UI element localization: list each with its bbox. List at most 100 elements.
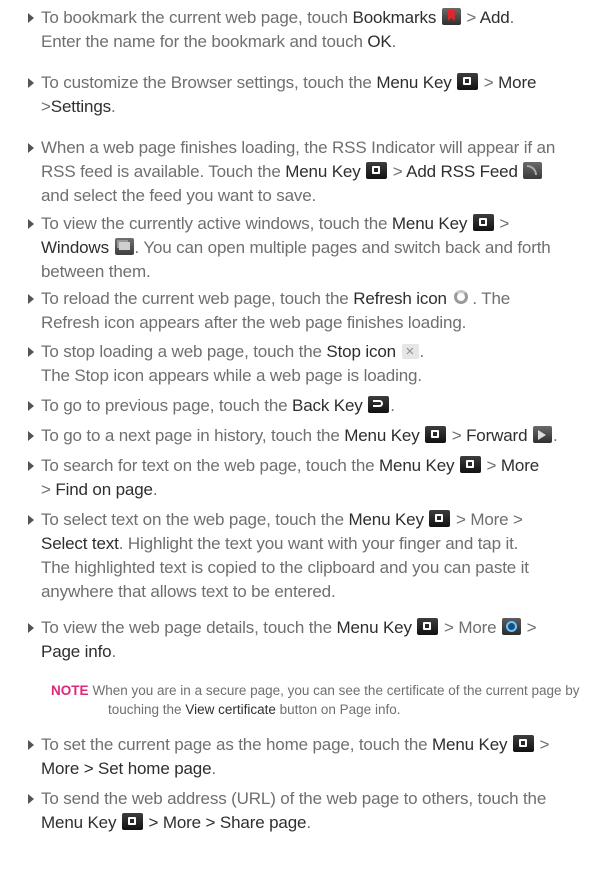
bullet-icon [28,219,34,229]
page-info-icon [502,618,522,635]
text: To send the web address (URL) of the web… [41,789,547,808]
bold-text: Refresh icon [353,289,447,308]
bold-text: OK [367,32,392,51]
text: RSS feed is available. Touch the [41,162,286,181]
text: > [461,8,480,27]
bold-text: Add RSS Feed [406,162,518,181]
bold-text: Menu Key [344,426,420,445]
text: > [494,214,510,233]
text: . [552,426,558,445]
bold-text: More [500,456,540,475]
stop-icon [401,340,419,364]
text: To search for text on the web page, touc… [41,456,380,475]
text: . [509,8,515,27]
text: . [111,97,116,116]
text: > [479,73,499,92]
bold-text: Bookmarks [352,8,437,27]
note-text: When you are in a secure page, you can s… [92,683,580,698]
text: To select text on the web page, touch th… [41,510,349,529]
list-item: To send the web address (URL) of the web… [0,787,556,835]
text: Enter the name for the bookmark and touc… [41,32,368,51]
bullet-icon [28,347,34,357]
text: . [419,342,425,361]
text: > [447,426,467,445]
text: . [211,759,216,778]
text: When a web page finishes loading, the RS… [41,138,556,157]
menu-key-icon [425,426,447,443]
menu-key-icon [512,735,534,752]
text: . [391,32,397,51]
bullet-icon [28,623,34,633]
bullet-icon [28,13,34,23]
bold-text: Page info [41,642,112,661]
refresh-icon [452,289,471,306]
back-key-icon [368,396,390,413]
list-item: To customize the Browser settings, touch… [0,71,546,119]
bullet-icon [28,740,34,750]
text: between them. [41,262,151,281]
list-item: To go to a next page in history, touch t… [0,424,568,448]
text: To view the web page details, touch the [41,618,337,637]
text: > [41,480,56,499]
text: anywhere that allows text to be entered. [41,582,336,601]
bold-text: More [498,73,537,92]
text: . [306,813,311,832]
text: > [481,456,501,475]
menu-key-icon [366,162,388,179]
bullet-icon [28,461,34,471]
text: > More [439,618,502,637]
text: Refresh icon appears after the web page … [41,313,467,332]
bold-text: More > Set home page [41,759,212,778]
text: . [152,480,158,499]
text: > More > [451,510,523,529]
list-item: To stop loading a web page, touch the St… [0,340,434,388]
bold-text: Menu Key [41,813,117,832]
bold-text: Find on page [55,480,153,499]
note-label: NOTE [51,683,89,698]
text: The Stop icon appears while a web page i… [41,366,422,385]
bold-text: Menu Key [376,73,452,92]
menu-key-icon [417,618,439,635]
bold-text: Windows [41,238,109,257]
text: > [534,735,550,754]
list-item: To set the current page as the home page… [0,733,559,781]
list-item: To bookmark the current web page, touch … [0,6,524,54]
text: and select the feed you want to save. [41,186,317,205]
bullet-icon [28,401,34,411]
bold-text: Forward [466,426,528,445]
text: To go to previous page, touch the [41,396,293,415]
text: . You can open multiple pages and switch… [134,238,551,257]
menu-key-icon [457,73,479,90]
text: To stop loading a web page, touch the [41,342,327,361]
list-item: To view the currently active windows, to… [0,212,561,284]
list-item: To select text on the web page, touch th… [0,508,539,604]
bold-text: Settings [50,97,112,116]
bold-text: Menu Key [348,510,424,529]
rss-feed-icon [523,162,543,179]
note-text: button on Page info. [275,702,401,717]
list-item: To search for text on the web page, touc… [0,454,549,502]
text: . Highlight the text you want with your … [118,534,519,553]
text: > [522,618,537,637]
text: To set the current page as the home page… [41,735,433,754]
bullet-icon [28,431,34,441]
list-item: To view the web page details, touch the … [0,616,546,664]
bold-text: View certificate [185,702,276,717]
bold-text: Back Key [292,396,363,415]
text: . [390,396,395,415]
text: The highlighted text is copied to the cl… [41,558,529,577]
text: . [111,642,117,661]
bold-text: Stop icon [326,342,396,361]
text: > [41,97,51,116]
bullet-icon [28,515,34,525]
bold-text: > More > Share page [143,813,307,832]
forward-icon [532,426,552,443]
text: To view the currently active windows, to… [41,214,392,233]
note-text: touching the [108,702,186,717]
text: To go to a next page in history, touch t… [41,426,345,445]
note: NOTE When you are in a secure page, you c… [51,681,580,719]
bold-text: Add [479,8,510,27]
bookmark-icon [441,8,461,25]
text: To bookmark the current web page, touch [41,8,353,27]
bullet-icon [28,78,34,88]
